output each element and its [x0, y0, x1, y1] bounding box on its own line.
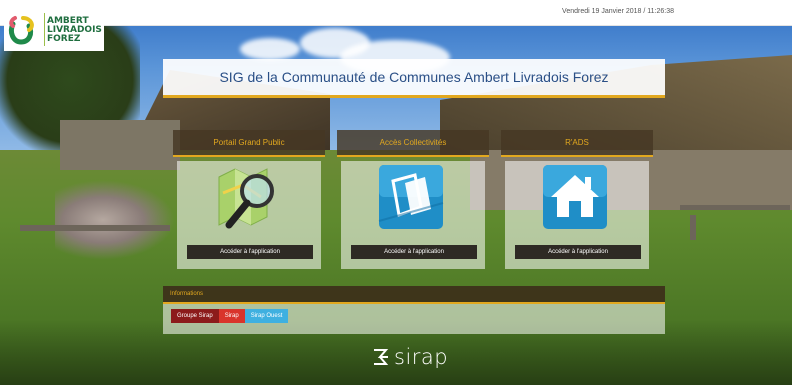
info-title: Informations — [163, 286, 665, 304]
tag-sirap[interactable]: Sirap — [218, 309, 245, 323]
app-body: Accéder à l'application — [177, 161, 321, 269]
people-at-table — [55, 180, 175, 260]
logo-line: FOREZ — [47, 33, 81, 44]
app-title: R'ADS — [501, 130, 653, 157]
logo[interactable]: AMBERT LIVRADOIS FOREZ — [4, 9, 104, 51]
info-body: Groupe Sirap Sirap Sirap Ouest — [163, 304, 665, 334]
top-bar: Vendredi 19 Janvier 2018 / 11:26:38 — [0, 0, 792, 26]
app-title: Portail Grand Public — [173, 130, 325, 157]
logo-mark-icon — [7, 14, 37, 46]
tag-list: Groupe Sirap Sirap Sirap Ouest — [171, 309, 289, 323]
picnic-table — [680, 205, 790, 210]
app-body: Accéder à l'application — [341, 161, 485, 269]
logo-separator — [44, 13, 45, 46]
documents-icon[interactable] — [377, 163, 445, 233]
picnic-table-leg — [690, 215, 696, 240]
app-card-acces-collectivites: Accès Collectivités Accéder à l'applicat… — [337, 130, 489, 270]
sirap-mark-icon — [372, 346, 392, 368]
house-icon[interactable] — [541, 163, 609, 233]
access-app-button[interactable]: Accéder à l'application — [515, 245, 641, 259]
access-app-button[interactable]: Accéder à l'application — [187, 245, 313, 259]
cloud — [240, 38, 300, 60]
title-panel: SIG de la Communauté de Communes Ambert … — [163, 59, 665, 98]
app-card-portail-grand-public: Portail Grand Public Accéder à l'applica… — [173, 130, 325, 270]
logo-text: AMBERT LIVRADOIS FOREZ — [47, 16, 102, 44]
brand-text: sirap — [394, 345, 449, 369]
app-title: Accès Collectivités — [337, 130, 489, 157]
datetime: Vendredi 19 Janvier 2018 / 11:26:38 — [562, 8, 674, 15]
sirap-logo[interactable]: sirap — [372, 345, 462, 369]
page-title: SIG de la Communauté de Communes Ambert … — [219, 69, 609, 85]
access-app-button[interactable]: Accéder à l'application — [351, 245, 477, 259]
info-panel: Informations Groupe Sirap Sirap Sirap Ou… — [163, 286, 665, 334]
map-magnifier-icon[interactable] — [213, 163, 281, 233]
tag-sirap-ouest[interactable]: Sirap Ouest — [244, 309, 289, 323]
picnic-table — [20, 225, 170, 231]
app-card-rads: R'ADS Accéder à l'application — [501, 130, 653, 270]
app-body: Accéder à l'application — [505, 161, 649, 269]
tag-groupe-sirap[interactable]: Groupe Sirap — [171, 309, 219, 323]
stone-wall-left — [60, 120, 180, 170]
